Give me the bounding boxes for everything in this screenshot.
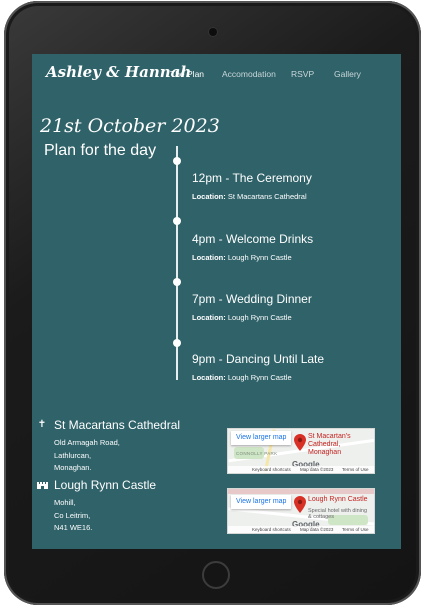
terms-of-use-link[interactable]: Terms of Use — [342, 526, 369, 533]
venue-castle: Lough Rynn Castle Mohill, Co Leitrim, N4… — [36, 478, 216, 538]
event-title: 9pm - Dancing Until Late — [192, 352, 325, 366]
view-larger-map-link[interactable]: View larger map — [231, 495, 292, 509]
venue-address: Old Armagah Road, Lathlurcan, Monaghan. — [54, 437, 120, 475]
keyboard-shortcuts-link[interactable]: Keyboard shortcuts — [252, 466, 291, 473]
webpage: Ashley & Hannah The Plan Accomodation RS… — [32, 54, 401, 549]
location-label: Location: — [192, 373, 226, 382]
timeline-event: 12pm - The Ceremony Location: St Macarta… — [192, 171, 392, 201]
event-title: 7pm - Wedding Dinner — [192, 292, 312, 306]
location-label: Location: — [192, 192, 226, 201]
keyboard-shortcuts-link[interactable]: Keyboard shortcuts — [252, 526, 291, 533]
address-line: Lathlurcan, — [54, 450, 92, 460]
address-line: Monaghan. — [54, 463, 92, 472]
nav-link-rsvp[interactable]: RSVP — [291, 69, 314, 79]
location-value: Lough Rynn Castle — [227, 253, 292, 262]
timeline-dot — [173, 339, 181, 347]
address-line: N41 WE16. — [54, 523, 93, 532]
event-location: Location: Lough Rynn Castle — [192, 313, 392, 322]
venue-cathedral: ✝ St Macartans Cathedral Old Armagah Roa… — [36, 418, 216, 478]
event-location: Location: St Macartans Cathedral — [192, 192, 392, 201]
location-value: St Macartans Cathedral — [227, 192, 307, 201]
map-place-label: St Macartan's Cathedral, Monaghan — [308, 433, 351, 456]
venue-name: Lough Rynn Castle — [54, 478, 157, 492]
castle-icon — [36, 479, 48, 491]
tablet-frame: Ashley & Hannah The Plan Accomodation RS… — [4, 1, 421, 605]
event-title: 4pm - Welcome Drinks — [192, 232, 314, 246]
timeline-event: 4pm - Welcome Drinks Location: Lough Ryn… — [192, 232, 392, 262]
event-location: Location: Lough Rynn Castle — [192, 253, 392, 262]
timeline-dot — [173, 278, 181, 286]
home-button[interactable] — [202, 561, 230, 589]
camera — [209, 28, 217, 36]
location-value: Lough Rynn Castle — [227, 313, 292, 322]
terms-of-use-link[interactable]: Terms of Use — [342, 466, 369, 473]
map-region-strip — [228, 489, 374, 494]
venue-address: Mohill, Co Leitrim, N41 WE16. — [54, 497, 92, 535]
nav-link-gallery[interactable]: Gallery — [334, 69, 361, 79]
event-location: Location: Lough Rynn Castle — [192, 373, 392, 382]
map-place-label: Lough Rynn Castle — [308, 496, 368, 503]
map-data-label: Map data ©2023 — [300, 467, 334, 472]
wedding-date: 21st October 2023 — [40, 115, 220, 137]
map-embed-castle[interactable]: View larger map Lough Rynn Castle Specia… — [227, 488, 375, 534]
nav-link-the-plan[interactable]: The Plan — [170, 69, 204, 79]
map-area-label: CONNOLLY PARK — [236, 451, 278, 456]
nav-link-accomodation[interactable]: Accomodation — [222, 69, 276, 79]
map-data-label: Map data ©2023 — [300, 527, 334, 532]
plan-heading: Plan for the day — [44, 142, 157, 159]
view-larger-map-link[interactable]: View larger map — [231, 431, 292, 445]
address-line: Co Leitrim, — [54, 510, 91, 520]
map-pin-icon[interactable] — [294, 496, 306, 513]
timeline-event: 7pm - Wedding Dinner Location: Lough Ryn… — [192, 292, 392, 322]
location-label: Location: — [192, 253, 226, 262]
timeline-event: 9pm - Dancing Until Late Location: Lough… — [192, 352, 392, 382]
map-place-description: Special hotel with dining & cottages — [308, 508, 368, 520]
timeline-dot — [173, 157, 181, 165]
location-label: Location: — [192, 313, 226, 322]
map-embed-cathedral[interactable]: CONNOLLY PARK View larger map St Macarta… — [227, 428, 375, 474]
location-value: Lough Rynn Castle — [227, 373, 292, 382]
address-line: Old Armagah Road, — [54, 438, 120, 447]
event-title: 12pm - The Ceremony — [192, 171, 312, 185]
timeline-dot — [173, 217, 181, 225]
navbar: Ashley & Hannah The Plan Accomodation RS… — [32, 54, 401, 94]
map-footer: Keyboard shortcuts Map data ©2023 Terms … — [228, 526, 374, 533]
map-pin-icon[interactable] — [294, 434, 306, 451]
venue-name: St Macartans Cathedral — [54, 418, 181, 432]
map-footer: Keyboard shortcuts Map data ©2023 Terms … — [228, 466, 374, 473]
address-line: Mohill, — [54, 498, 76, 507]
cross-icon: ✝ — [37, 419, 47, 430]
